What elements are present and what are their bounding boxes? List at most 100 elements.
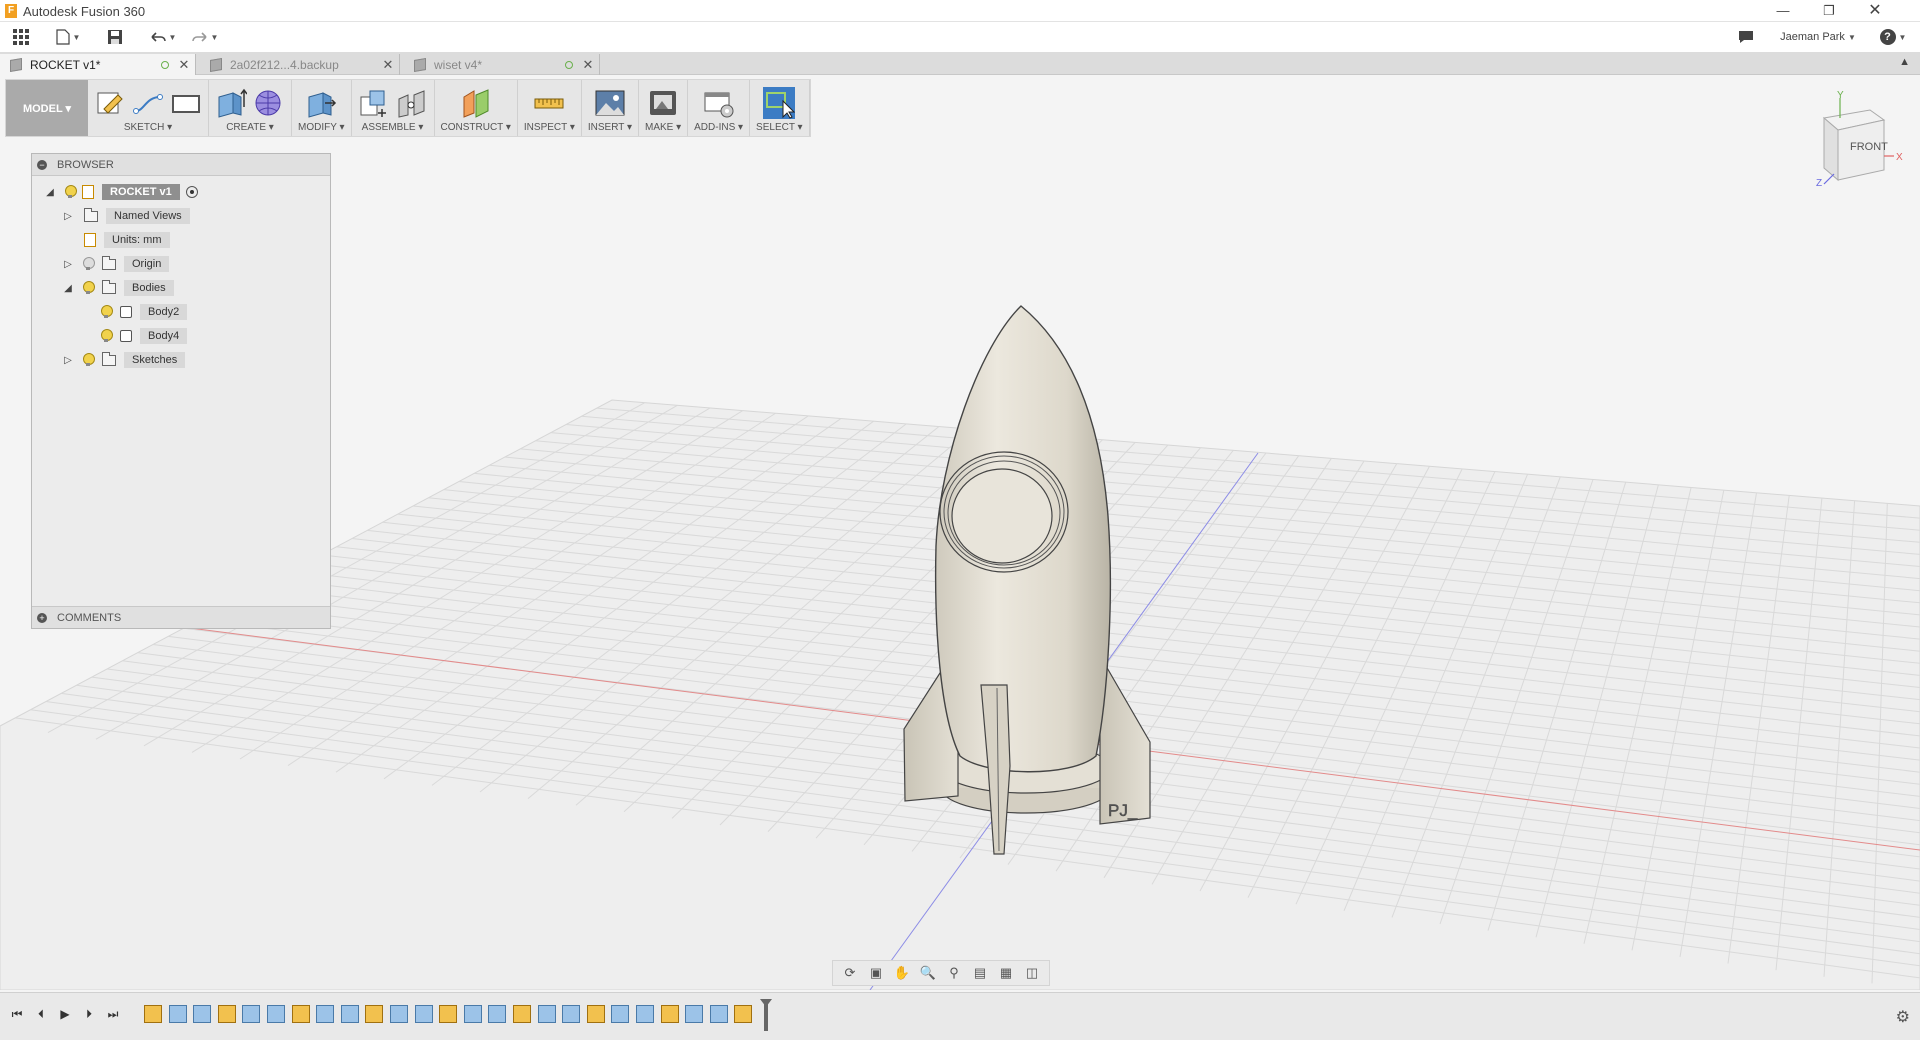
- select-group[interactable]: SELECT ▾: [750, 80, 810, 136]
- construct-group[interactable]: CONSTRUCT ▾: [435, 80, 518, 136]
- timeline-feature-icon[interactable]: [267, 1005, 285, 1023]
- view-cube[interactable]: FRONT Y X Z: [1810, 90, 1910, 190]
- timeline-feature-icon[interactable]: [636, 1005, 654, 1023]
- tab-backup[interactable]: 2a02f212...4.backup ✕: [200, 54, 400, 75]
- inspect-group[interactable]: INSPECT ▾: [518, 80, 582, 136]
- timeline-feature-icon[interactable]: [537, 1005, 556, 1023]
- timeline-feature-icon[interactable]: [390, 1005, 408, 1023]
- activate-radio-icon[interactable]: [185, 186, 198, 198]
- form-icon[interactable]: [253, 87, 285, 119]
- tree-item-label[interactable]: Body2: [140, 304, 188, 320]
- step-back-icon[interactable]: ⏴: [32, 1005, 50, 1023]
- timeline-feature-icon[interactable]: [685, 1005, 704, 1023]
- notifications-icon[interactable]: [1736, 26, 1756, 48]
- timeline-marker[interactable]: [760, 999, 772, 1031]
- expanded-triangle-icon[interactable]: ◢: [42, 187, 58, 198]
- timeline-feature-icon[interactable]: [586, 1005, 605, 1023]
- close-tab-icon[interactable]: ✕: [381, 57, 395, 73]
- modify-group[interactable]: MODIFY ▾: [292, 80, 352, 136]
- redo-button[interactable]: ▼: [188, 26, 222, 48]
- timeline-feature-icon[interactable]: [513, 1005, 531, 1023]
- timeline-feature-icon[interactable]: [709, 1005, 728, 1023]
- tree-item-label[interactable]: Bodies: [124, 280, 174, 296]
- insert-group[interactable]: INSERT ▾: [582, 80, 639, 136]
- close-tab-icon[interactable]: ✕: [177, 57, 191, 73]
- tree-item-body4[interactable]: Body4: [94, 326, 188, 346]
- visibility-bulb-icon[interactable]: [82, 257, 95, 271]
- comments-panel-header[interactable]: + COMMENTS: [32, 606, 330, 628]
- timeline-feature-icon[interactable]: [463, 1005, 482, 1023]
- make-group[interactable]: MAKE ▾: [639, 80, 689, 136]
- assemble-group[interactable]: ASSEMBLE ▾: [352, 80, 435, 136]
- restore-button[interactable]: ❐: [1806, 0, 1852, 22]
- timeline-feature-icon[interactable]: [660, 1005, 679, 1023]
- tree-item-label[interactable]: Sketches: [124, 352, 186, 368]
- timeline-feature-icon[interactable]: [340, 1005, 359, 1023]
- timeline-feature-icon[interactable]: [242, 1005, 261, 1023]
- orbit-icon[interactable]: ⟳: [839, 964, 861, 982]
- tab-wiset-v4[interactable]: wiset v4* ✕: [404, 54, 600, 75]
- browser-header[interactable]: − BROWSER: [32, 154, 330, 176]
- save-icon[interactable]: [104, 26, 126, 48]
- timeline-feature-icon[interactable]: [168, 1005, 187, 1023]
- sketch-group[interactable]: SKETCH ▾: [88, 80, 209, 136]
- collapse-panel-icon[interactable]: −: [37, 159, 47, 170]
- press-pull-icon[interactable]: [305, 87, 337, 119]
- create-sketch-icon[interactable]: [94, 87, 126, 119]
- fit-icon[interactable]: ⚲: [943, 964, 965, 982]
- display-settings-icon[interactable]: ▤: [969, 964, 991, 982]
- tree-item-label[interactable]: Origin: [124, 256, 170, 272]
- expand-panel-icon[interactable]: +: [37, 612, 47, 623]
- offset-plane-icon[interactable]: [460, 87, 492, 119]
- timeline-feature-icon[interactable]: [414, 1005, 433, 1023]
- collapsed-triangle-icon[interactable]: ▷: [60, 211, 76, 222]
- close-tab-icon[interactable]: ✕: [581, 57, 595, 73]
- timeline-feature-icon[interactable]: [439, 1005, 458, 1023]
- timeline-feature-icon[interactable]: [611, 1005, 630, 1023]
- visibility-bulb-icon[interactable]: [82, 353, 95, 367]
- joint-icon[interactable]: [396, 87, 428, 119]
- extrude-icon[interactable]: [215, 87, 248, 119]
- collapsed-triangle-icon[interactable]: ▷: [60, 259, 76, 270]
- tree-item-bodies[interactable]: ◢ Bodies: [60, 278, 174, 298]
- rectangle-icon[interactable]: [170, 87, 202, 119]
- viewports-icon[interactable]: ◫: [1021, 964, 1043, 982]
- tree-item-units[interactable]: Units: mm: [60, 230, 170, 250]
- create-group[interactable]: CREATE ▾: [209, 80, 292, 136]
- insert-image-icon[interactable]: [594, 87, 626, 119]
- tab-rocket-v1[interactable]: ROCKET v1* ✕: [0, 54, 196, 75]
- timeline-feature-icon[interactable]: [291, 1005, 310, 1023]
- visibility-bulb-icon[interactable]: [100, 305, 113, 319]
- pan-icon[interactable]: ✋: [891, 964, 913, 982]
- sketch-line-icon[interactable]: [132, 87, 164, 119]
- file-menu-button[interactable]: ▼: [52, 26, 84, 48]
- tree-item-sketches[interactable]: ▷ Sketches: [60, 350, 186, 370]
- timeline-feature-icon[interactable]: [217, 1005, 236, 1023]
- minimize-button[interactable]: —: [1760, 0, 1806, 22]
- grid-settings-icon[interactable]: ▦: [995, 964, 1017, 982]
- tree-item-label[interactable]: Named Views: [106, 208, 190, 224]
- tree-item-label[interactable]: Body4: [140, 328, 188, 344]
- timeline-feature-icon[interactable]: [193, 1005, 212, 1023]
- tree-item-label[interactable]: Units: mm: [104, 232, 170, 248]
- go-to-end-icon[interactable]: ⏭: [104, 1005, 122, 1023]
- timeline-feature-icon[interactable]: [365, 1005, 384, 1023]
- zoom-icon[interactable]: 🔍: [917, 964, 939, 982]
- timeline-feature-icon[interactable]: [562, 1005, 581, 1023]
- tree-root[interactable]: ◢ ROCKET v1: [42, 182, 198, 202]
- tree-item-body2[interactable]: Body2: [94, 302, 188, 322]
- help-button[interactable]: ? ▼: [1876, 26, 1910, 48]
- measure-icon[interactable]: [533, 87, 565, 119]
- timeline-settings-gear-icon[interactable]: ⚙: [1896, 1007, 1910, 1027]
- play-icon[interactable]: ▶: [56, 1005, 74, 1023]
- timeline-feature-icon[interactable]: [488, 1005, 507, 1023]
- look-at-icon[interactable]: ▣: [865, 964, 887, 982]
- data-panel-grid-icon[interactable]: [10, 26, 32, 48]
- visibility-bulb-icon[interactable]: [100, 329, 113, 343]
- root-node-label[interactable]: ROCKET v1: [102, 184, 180, 200]
- expanded-triangle-icon[interactable]: ◢: [60, 283, 76, 294]
- user-account-menu[interactable]: Jaeman Park ▼: [1778, 26, 1858, 48]
- tree-item-origin[interactable]: ▷ Origin: [60, 254, 170, 274]
- visibility-bulb-icon[interactable]: [82, 281, 95, 295]
- step-forward-icon[interactable]: ⏵: [80, 1005, 98, 1023]
